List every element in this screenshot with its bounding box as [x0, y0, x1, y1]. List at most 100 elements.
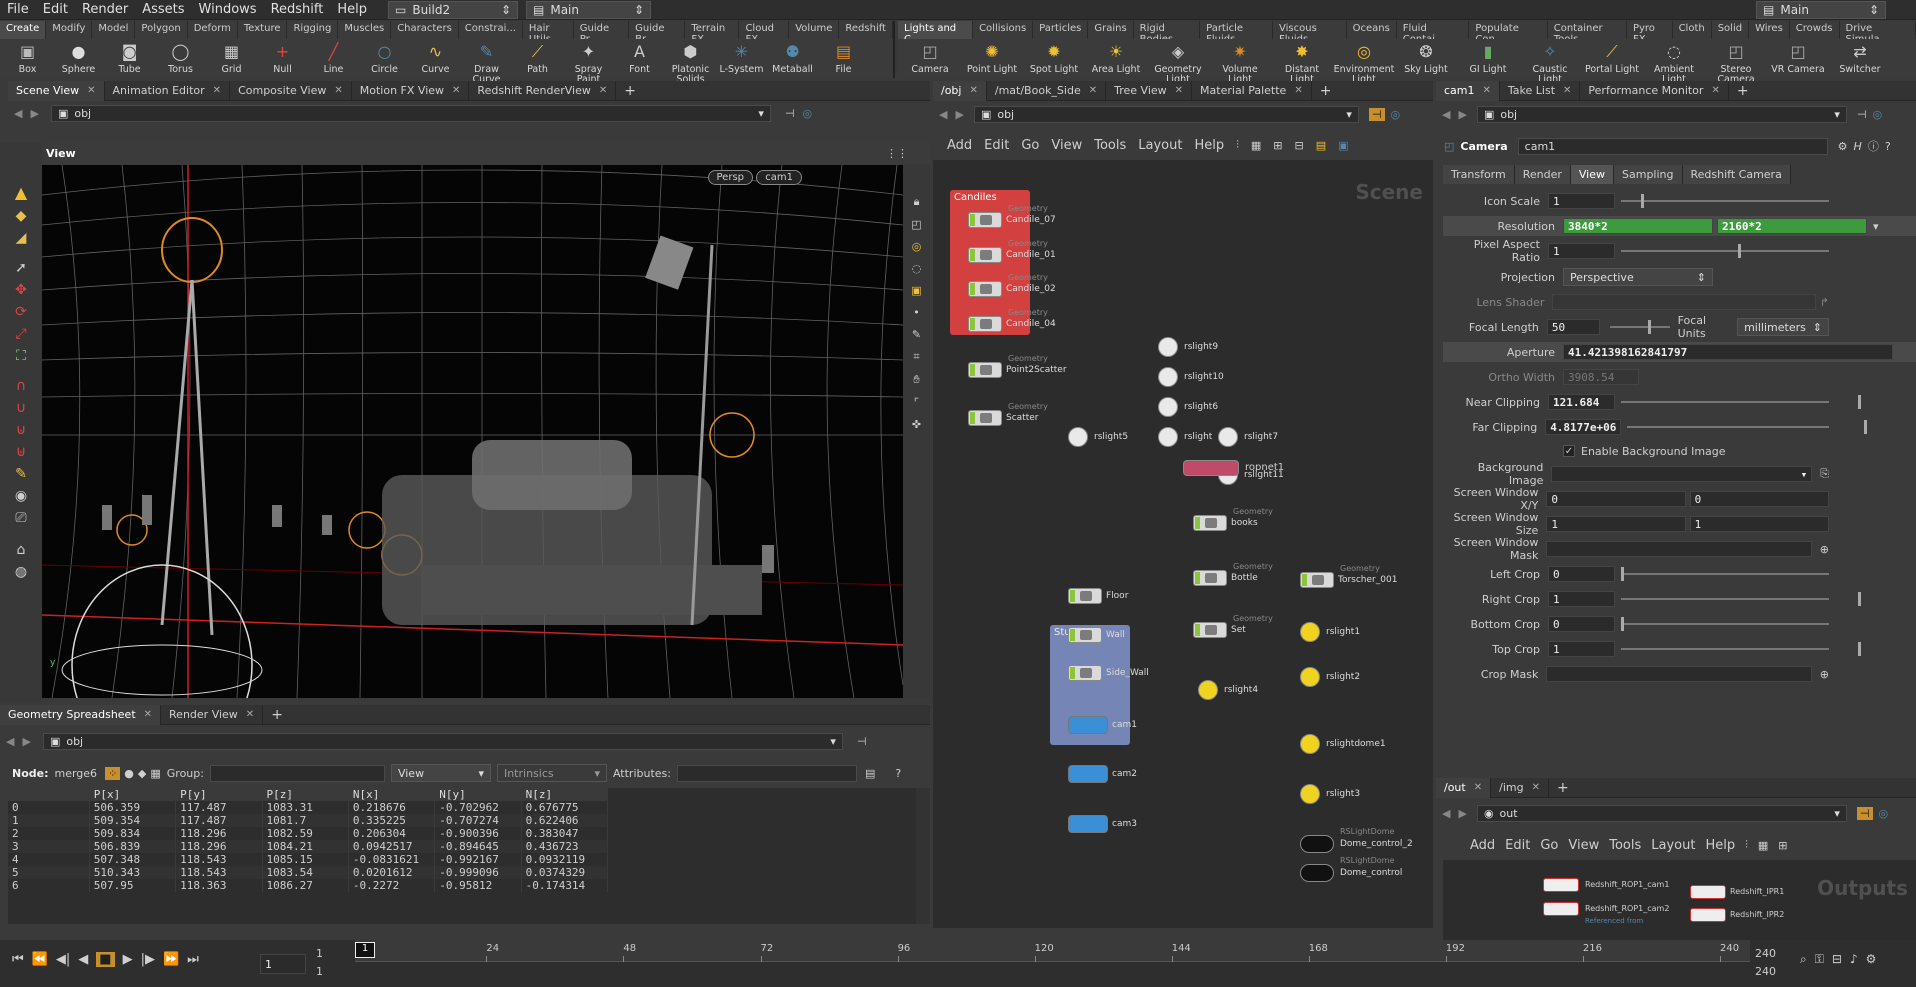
shelf-tool-grid[interactable]: ▦ Grid — [208, 41, 255, 85]
move-icon[interactable]: ✥ — [15, 282, 27, 298]
far-clipping-slider[interactable] — [1627, 420, 1868, 434]
add-tab-button[interactable]: + — [1549, 778, 1577, 798]
geo-node-candile-04[interactable]: Geometry Candile_04 — [968, 308, 1056, 332]
shelf-tool-font[interactable]: A Font — [616, 41, 663, 85]
shelf-tool-metaball[interactable]: ⚉ Metaball — [769, 41, 816, 85]
shelf-tool-camera[interactable]: ◰ Camera — [902, 41, 958, 85]
column-header[interactable]: N[x] — [348, 788, 436, 801]
desktop-select[interactable]: ▭ Build2 ⇕ — [388, 0, 518, 19]
camera-node-cam1[interactable]: cam1 — [1068, 716, 1137, 734]
attributes-input[interactable] — [676, 764, 857, 782]
tab-view[interactable]: View — [1570, 165, 1614, 184]
shelf-tool-spot-light[interactable]: ✹ Spot Light — [1026, 41, 1082, 85]
network-editor[interactable]: Scene Candiles Studia GeometryCandile_07… — [933, 160, 1433, 928]
light-node-rslight3[interactable]: rslight3 — [1300, 784, 1360, 804]
shelf-tab-muscles[interactable]: Muscles — [338, 21, 392, 39]
menu-windows[interactable]: Windows — [192, 2, 264, 17]
ghost-icon[interactable]: ◌ — [912, 262, 922, 275]
near-clipping-field[interactable]: 121.684 — [1548, 394, 1616, 410]
geo-node-books[interactable]: Geometry books — [1193, 507, 1273, 531]
spreadsheet-path-field[interactable]: ▣ obj ▾ — [42, 732, 843, 750]
back-arrow-icon[interactable]: ◀ — [939, 108, 947, 121]
step-back-icon[interactable]: ◀| — [56, 952, 70, 967]
geo-node-wall[interactable]: Wall — [1068, 627, 1125, 643]
add-tab-button[interactable]: + — [263, 705, 291, 725]
note-icon[interactable]: ▤ — [1316, 139, 1326, 152]
snap-point-icon[interactable]: ⊎ — [16, 444, 26, 460]
view-dropdown[interactable]: View ▾ — [390, 764, 491, 782]
forward-arrow-icon[interactable]: ▶ — [1458, 807, 1466, 820]
pin-icon[interactable]: ⊣ — [1857, 108, 1867, 121]
shelf-tool-distant-light[interactable]: ✸ Distant Light — [1274, 41, 1330, 85]
network-menu-tools[interactable]: Tools — [1094, 138, 1126, 153]
forward-arrow-icon[interactable]: ▶ — [22, 735, 30, 748]
back-arrow-icon[interactable]: ◀ — [6, 735, 14, 748]
table-view-icon[interactable]: ⊞ — [1273, 139, 1282, 152]
shelf-tab-characters[interactable]: Characters — [391, 21, 459, 39]
pin-icon[interactable]: ⊣ — [785, 107, 795, 120]
frame-field[interactable]: 1 — [260, 954, 306, 974]
table-row[interactable]: 6 507.95 118.363 1086.27 -0.2272 -0.95812 -0.1… — [8, 879, 609, 892]
shelf-tool-caustic-light[interactable]: ✧ Caustic Light — [1522, 41, 1578, 85]
screen-window-y-field[interactable]: 0 — [1689, 491, 1829, 507]
top-crop-field[interactable]: 1 — [1548, 641, 1616, 657]
tab-animation-editor[interactable]: Animation Editor ✕ — [105, 80, 231, 101]
shelf-tool-line[interactable]: ╱ Line — [310, 41, 357, 85]
network-menu-layout[interactable]: Layout — [1138, 138, 1182, 153]
shelf-tab-create[interactable]: Create — [0, 21, 47, 39]
scale-icon[interactable]: ⤢ — [15, 326, 26, 342]
forward-arrow-icon[interactable]: ▶ — [30, 107, 38, 120]
outputs-menu-edit[interactable]: Edit — [1505, 838, 1530, 853]
column-header[interactable]: P[z] — [262, 788, 349, 801]
pin-icon[interactable]: ⊣ — [1368, 107, 1385, 121]
rop-node-cam2[interactable] — [1543, 902, 1579, 916]
light-node-rslight6[interactable]: rslight6 — [1158, 397, 1218, 417]
select-tool-icon[interactable]: ▲ — [15, 183, 27, 202]
resolution-y-field[interactable]: 2160*2 — [1717, 218, 1867, 234]
help-icon[interactable]: ? — [895, 767, 901, 780]
screen-window-mask-field[interactable] — [1546, 541, 1812, 557]
network-menu-view[interactable]: View — [1051, 138, 1082, 153]
network-path-field[interactable]: ▣ obj ▾ — [973, 105, 1359, 123]
pin-icon[interactable]: ⊣ — [1856, 806, 1873, 820]
shelf-tool-spray-paint[interactable]: ✦ Spray Paint — [565, 41, 612, 85]
shelf-tool-gi-light[interactable]: ▮ GI Light — [1460, 41, 1516, 85]
add-tab-button[interactable]: + — [1729, 81, 1757, 101]
light-node-rslight[interactable]: rslight — [1158, 427, 1212, 447]
left-crop-slider[interactable] — [1621, 567, 1829, 581]
left-crop-field[interactable]: 0 — [1548, 566, 1616, 582]
shelf-tab-guide-pr[interactable]: Guide Pr... — [573, 21, 630, 39]
far-clipping-field[interactable]: 4.8177e+06 — [1545, 419, 1622, 435]
magnet-icon[interactable]: ∪ — [16, 400, 26, 416]
add-tab-button[interactable]: + — [1312, 81, 1340, 101]
snap-icon[interactable]: ∩ — [16, 378, 26, 394]
shelf-tool-sphere[interactable]: ● Sphere — [55, 41, 102, 85]
add-tab-button[interactable]: + — [616, 81, 644, 101]
shelf-tab-drive-simula[interactable]: Drive Simula... — [1839, 21, 1916, 39]
gear-icon[interactable]: ⚙ — [1838, 140, 1848, 153]
shelf-tool-switcher[interactable]: ⇄ Switcher — [1832, 41, 1888, 85]
screen-window-x-field[interactable]: 0 — [1546, 491, 1686, 507]
shelf-tool-platonic-solids[interactable]: ⬢ Platonic Solids — [667, 41, 714, 85]
shelf-tool-tube[interactable]: ◙ Tube — [106, 41, 153, 85]
persp-menu[interactable]: Persp — [707, 170, 753, 185]
light-node-rslight7[interactable]: rslight7 — [1218, 427, 1278, 447]
shelf-tab-particle-fluids[interactable]: Particle Fluids — [1200, 21, 1273, 39]
ropnet-node[interactable] — [1183, 460, 1239, 476]
layout-icon[interactable]: ⊟ — [1295, 139, 1304, 152]
shelf-tool-volume-light[interactable]: ✷ Volume Light — [1212, 41, 1268, 85]
settings-icon[interactable]: ⚙ — [1866, 952, 1877, 967]
link-icon[interactable]: ◎ — [1391, 108, 1401, 121]
shelf-tool-file[interactable]: ▤ File — [820, 41, 867, 85]
lens-shader-field[interactable] — [1552, 294, 1816, 310]
h-icon[interactable]: H — [1854, 140, 1862, 153]
tab-take-list[interactable]: Take List ✕ — [1500, 80, 1581, 101]
light-node-rslight9[interactable]: rslight9 — [1158, 337, 1218, 357]
stop-icon[interactable]: ■ — [96, 952, 115, 967]
tab-mat-book-side[interactable]: /mat/Book_Side ✕ — [987, 80, 1107, 101]
link-icon[interactable]: ◎ — [803, 107, 813, 120]
outputs-menu-add[interactable]: Add — [1470, 838, 1495, 853]
current-frame-marker[interactable]: 1 — [355, 942, 375, 958]
chevron-down-icon[interactable]: ▾ — [1873, 220, 1879, 233]
background-image-field[interactable]: ▾ — [1551, 466, 1813, 482]
